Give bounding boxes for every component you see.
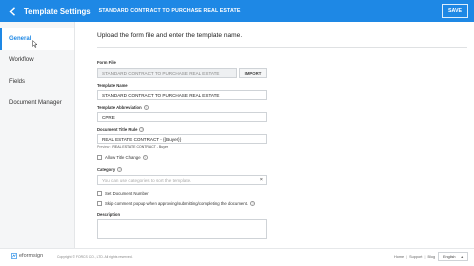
allow-title-change-checkbox[interactable]: Allow Title Change ?: [97, 155, 148, 160]
document-title-rule-label: Document Title Rule ?: [97, 127, 145, 132]
import-button[interactable]: IMPORT: [239, 68, 267, 78]
info-icon[interactable]: ?: [250, 201, 256, 206]
save-button[interactable]: SAVE: [442, 4, 468, 18]
logo: eformsign: [11, 253, 43, 259]
clear-icon[interactable]: ×: [260, 177, 263, 183]
template-name-input[interactable]: STANDARD CONTRACT TO PURCHASE REAL ESTAT…: [97, 90, 267, 100]
title-preview: Preview : REAL ESTATE CONTRACT - Buyer: [97, 145, 168, 149]
template-abbreviation-label: Template Abbreviation ?: [97, 105, 149, 110]
skip-comment-popup-label: Skip comment popup when approving/submit…: [105, 201, 249, 206]
home-link[interactable]: Home: [394, 255, 404, 259]
copyright: Copyright © FORCS CO., LTD. All rights r…: [57, 255, 133, 259]
template-abbreviation-label-text: Template Abbreviation: [97, 105, 142, 110]
preview-value: REAL ESTATE CONTRACT - Buyer: [112, 145, 169, 149]
sidebar-item-label: General: [9, 35, 32, 42]
sidebar-item-general[interactable]: General: [0, 28, 74, 50]
footer-links: Home | Support | Blog: [394, 255, 435, 259]
description-label-text: Description: [97, 212, 121, 217]
sidebar-item-fields[interactable]: Fields: [0, 71, 74, 93]
language-value: English: [443, 254, 456, 259]
sidebar-item-label: Fields: [9, 78, 26, 85]
language-select[interactable]: English ▲: [438, 252, 468, 261]
checkbox-icon[interactable]: [97, 201, 102, 206]
mouse-pointer-icon: [32, 40, 38, 48]
checkbox-icon[interactable]: [97, 191, 102, 196]
form-file-label-text: Form File: [97, 60, 116, 65]
caret-up-icon: ▲: [460, 255, 464, 259]
footer: eformsign Copyright © FORCS CO., LTD. Al…: [0, 248, 474, 266]
category-input[interactable]: You can use categories to sort the templ…: [97, 175, 267, 185]
general-settings-panel: Upload the form file and enter the templ…: [76, 22, 474, 248]
set-document-number-label: Set Document Number: [105, 191, 149, 196]
template-name-subtitle: STANDARD CONTRACT TO PURCHASE REAL ESTAT…: [98, 8, 241, 14]
separator: |: [424, 255, 426, 259]
sidebar-item-label: Document Manager: [9, 100, 62, 107]
info-icon[interactable]: ?: [139, 127, 145, 132]
sidebar: General Workflow Fields Document Manager: [0, 22, 75, 248]
set-document-number-checkbox[interactable]: Set Document Number: [97, 191, 149, 196]
category-placeholder: You can use categories to sort the templ…: [102, 177, 192, 183]
info-icon[interactable]: ?: [117, 167, 123, 172]
logo-text: eformsign: [19, 253, 44, 259]
section-heading: Upload the form file and enter the templ…: [97, 32, 243, 39]
eformsign-logo-icon: [11, 253, 17, 259]
preview-prefix: Preview :: [97, 145, 112, 149]
document-title-rule-input[interactable]: REAL ESTATE CONTRACT - {{Buyer}}: [97, 134, 267, 144]
divider: [97, 47, 467, 48]
category-label: Category ?: [97, 167, 123, 172]
top-bar: Template Settings STANDARD CONTRACT TO P…: [0, 0, 474, 22]
skip-comment-popup-checkbox[interactable]: Skip comment popup when approving/submit…: [97, 201, 256, 206]
checkbox-icon[interactable]: [97, 155, 102, 160]
page-title: Template Settings: [24, 6, 91, 16]
info-icon[interactable]: ?: [143, 105, 149, 110]
blog-link[interactable]: Blog: [427, 255, 435, 259]
description-label: Description: [97, 212, 120, 217]
separator: |: [406, 255, 408, 259]
template-name-label-text: Template Name: [97, 83, 128, 88]
back-icon[interactable]: [7, 6, 17, 16]
sidebar-item-document-manager[interactable]: Document Manager: [0, 93, 74, 115]
sidebar-item-workflow[interactable]: Workflow: [0, 50, 74, 72]
template-name-label: Template Name: [97, 83, 128, 88]
document-title-rule-label-text: Document Title Rule: [97, 127, 138, 132]
sidebar-item-label: Workflow: [9, 57, 34, 64]
info-icon[interactable]: ?: [142, 155, 148, 160]
template-abbreviation-input[interactable]: CPRE: [97, 112, 267, 122]
description-textarea[interactable]: [97, 219, 267, 239]
form-file-field: STANDARD CONTRACT TO PURCHASE REAL ESTAT…: [97, 68, 237, 78]
allow-title-change-label: Allow Title Change: [105, 155, 141, 160]
support-link[interactable]: Support: [409, 255, 422, 259]
form-file-label: Form File: [97, 60, 116, 65]
category-label-text: Category: [97, 167, 116, 172]
